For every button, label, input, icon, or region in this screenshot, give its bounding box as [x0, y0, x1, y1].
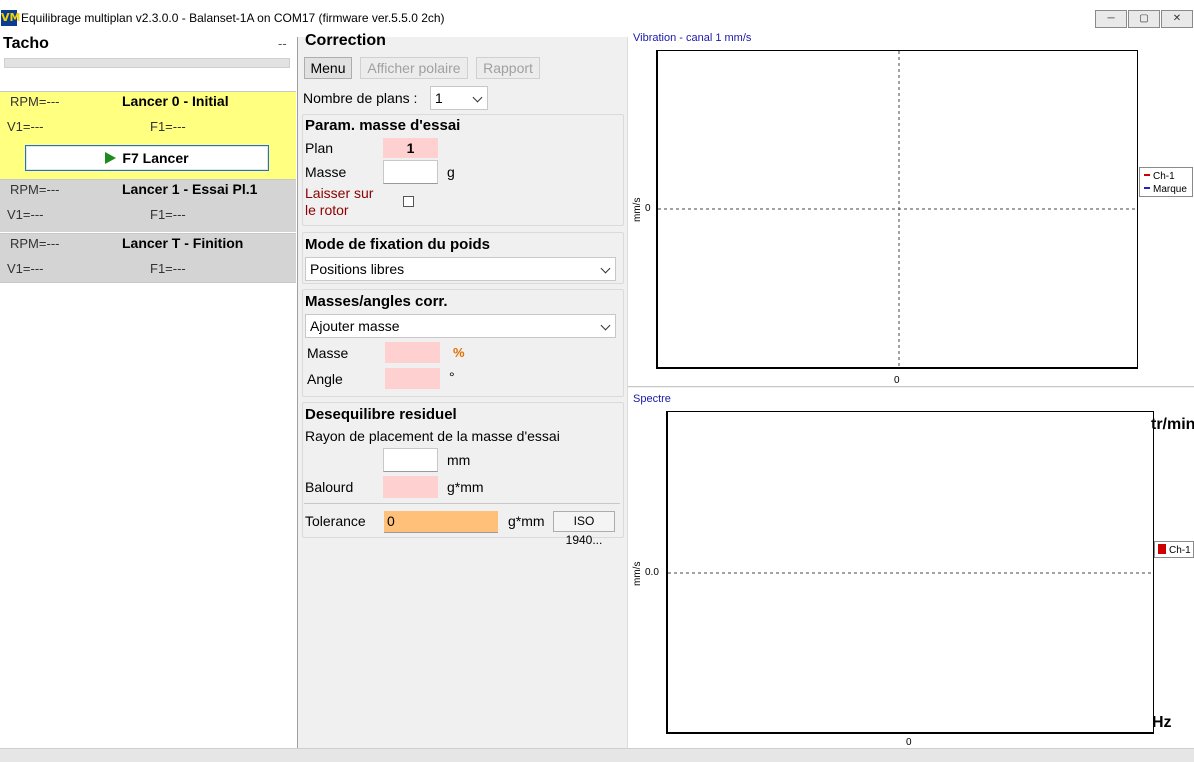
vibration-plot-frame [656, 50, 1138, 369]
fixation-header: Mode de fixation du poids [305, 236, 490, 253]
spectrum-plot-frame [666, 411, 1154, 734]
close-icon: ✕ [1172, 13, 1182, 24]
spectrum-plot-grid [668, 572, 1152, 574]
minimize-button[interactable]: ─ [1095, 10, 1127, 28]
run-0-v1: V1=--- [7, 119, 44, 134]
spectrum-legend: Ch-1 [1154, 541, 1194, 558]
legend-swatch [1144, 187, 1150, 189]
unbalance-label: Balourd [305, 479, 354, 495]
run-1-f1: F1=--- [150, 207, 186, 222]
correction-mass-label: Masse [307, 345, 349, 361]
spectrum-x-zero-tick: 0 [906, 737, 912, 748]
plane-value: 1 [383, 138, 438, 158]
spectrum-x-unit: Hz [1152, 714, 1172, 731]
trial-mass-label: Masse [305, 164, 347, 180]
window-title: Equilibrage multiplan v2.3.0.0 - Balanse… [21, 11, 445, 25]
legend-item-ch1: Ch-1 [1144, 171, 1175, 182]
vibration-chart-title: Vibration - canal 1 mm/s [633, 32, 752, 44]
correction-angle-unit: ° [449, 369, 455, 385]
correction-angle-value [385, 368, 440, 389]
status-bar [0, 748, 1194, 762]
vibration-y-zero-tick: 0 [645, 203, 651, 214]
legend-item-ch1: Ch-1 [1158, 544, 1191, 556]
radius-unit: mm [447, 452, 471, 468]
divider [304, 503, 620, 504]
leave-on-rotor-checkbox[interactable] [403, 196, 414, 207]
tolerance-input[interactable]: 0 [384, 511, 498, 533]
trial-mass-unit: g [447, 164, 455, 180]
tacho-label: Tacho [3, 35, 49, 52]
correction-header: Correction [305, 32, 386, 49]
legend-swatch [1158, 544, 1166, 554]
tolerance-unit: g*mm [508, 513, 545, 529]
run-1-title: Lancer 1 - Essai Pl.1 [122, 181, 258, 197]
tacho-progress-bar [4, 58, 290, 68]
leave-on-rotor-label: Laisser sur le rotor [305, 185, 374, 218]
correction-masses-header: Masses/angles corr. [305, 293, 448, 310]
run-1-rpm: RPM=--- [10, 182, 60, 197]
run-0-rpm: RPM=--- [10, 94, 60, 109]
radius-input[interactable] [383, 448, 438, 472]
run-t-title: Lancer T - Finition [122, 235, 244, 251]
planes-label: Nombre de plans : [303, 90, 418, 106]
unbalance-value [383, 476, 438, 498]
maximize-button[interactable]: ▢ [1128, 10, 1160, 28]
minimize-icon: ─ [1107, 13, 1115, 24]
spectrum-rpm-unit: tr/min [1151, 416, 1194, 433]
plane-label: Plan [305, 140, 334, 156]
spectrum-y-zero-tick: 0.0 [645, 567, 659, 578]
show-polar-button[interactable]: Afficher polaire [360, 57, 468, 79]
vibration-legend: Ch-1 Marque [1139, 167, 1193, 197]
app-logo-icon: VM [1, 10, 21, 26]
vibration-y-axis-label: mm/s [632, 197, 643, 222]
legend-item-marque: Marque [1144, 184, 1187, 195]
launch-button[interactable]: F7 Lancer [25, 145, 269, 171]
radius-label: Rayon de placement de la masse d'essai [305, 428, 560, 444]
planes-select[interactable]: 1 [430, 86, 488, 110]
run-t-f1: F1=--- [150, 261, 186, 276]
correction-angle-label: Angle [307, 371, 343, 387]
unbalance-unit: g*mm [447, 479, 484, 495]
correction-mass-unit: % [453, 345, 465, 360]
chevron-down-icon [600, 263, 611, 274]
run-0-f1: F1=--- [150, 119, 186, 134]
chart-separator [628, 386, 1194, 387]
launch-button-label: F7 Lancer [122, 150, 189, 166]
run-t-v1: V1=--- [7, 261, 44, 276]
vibration-x-zero-tick: 0 [894, 375, 900, 386]
correction-mass-value [385, 342, 440, 363]
run-0-title: Lancer 0 - Initial [122, 93, 229, 109]
vibration-plot-grid [658, 51, 1136, 366]
run-1-v1: V1=--- [7, 207, 44, 222]
trial-mass-input[interactable] [383, 160, 438, 184]
spectrum-y-axis-label: mm/s [632, 561, 643, 586]
spectrum-chart-title: Spectre [633, 393, 671, 405]
maximize-icon: ▢ [1139, 13, 1149, 24]
legend-swatch [1144, 174, 1150, 176]
menu-button[interactable]: Menu [304, 57, 352, 79]
report-button[interactable]: Rapport [476, 57, 540, 79]
trial-mass-header: Param. masse d'essai [305, 117, 461, 134]
chevron-down-icon [600, 320, 611, 331]
run-t-rpm: RPM=--- [10, 236, 60, 251]
correction-mode-select[interactable]: Ajouter masse [305, 314, 616, 338]
tolerance-label: Tolerance [305, 513, 366, 529]
residual-header: Desequilibre residuel [305, 406, 457, 423]
iso-1940-button[interactable]: ISO 1940... [553, 511, 615, 547]
close-button[interactable]: ✕ [1161, 10, 1193, 28]
tacho-value: -- [278, 36, 287, 51]
fixation-mode-select[interactable]: Positions libres [305, 257, 616, 281]
play-icon [105, 152, 117, 164]
chevron-down-icon [472, 92, 483, 103]
